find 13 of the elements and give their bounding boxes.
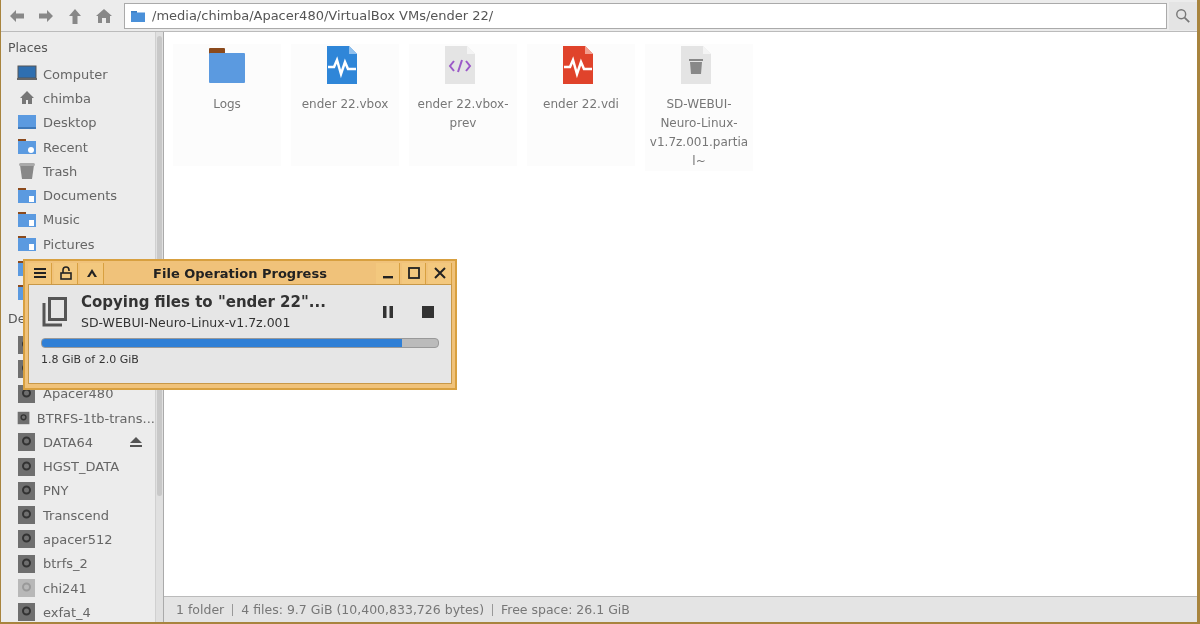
file-name: SD-WEBUI-Neuro-Linux-v1.7z.001.partial~ bbox=[649, 96, 749, 170]
section-heading: Places bbox=[8, 39, 48, 57]
file-name: ender 22.vdi bbox=[542, 96, 620, 113]
file-name: ender 22.vbox-prev bbox=[416, 96, 510, 132]
progress-reading: 1.8 GiB of 2.0 GiB bbox=[41, 353, 140, 366]
dialog-title: File Operation Progress bbox=[152, 265, 328, 281]
status-text: 1 folder bbox=[176, 602, 225, 617]
status-text: 4 files: 9.7 GiB (10,400,833,726 bytes) bbox=[241, 602, 484, 617]
status-text: Free space: 26.1 GiB bbox=[501, 602, 630, 617]
operation-heading: Copying files to "ender 22"... bbox=[81, 293, 327, 311]
file-name: ender 22.vbox bbox=[300, 96, 390, 113]
file-name: Logs bbox=[212, 96, 242, 113]
file-name: SD-WEBUI-Neuro-Linux-v1.7z.001 bbox=[81, 315, 292, 330]
